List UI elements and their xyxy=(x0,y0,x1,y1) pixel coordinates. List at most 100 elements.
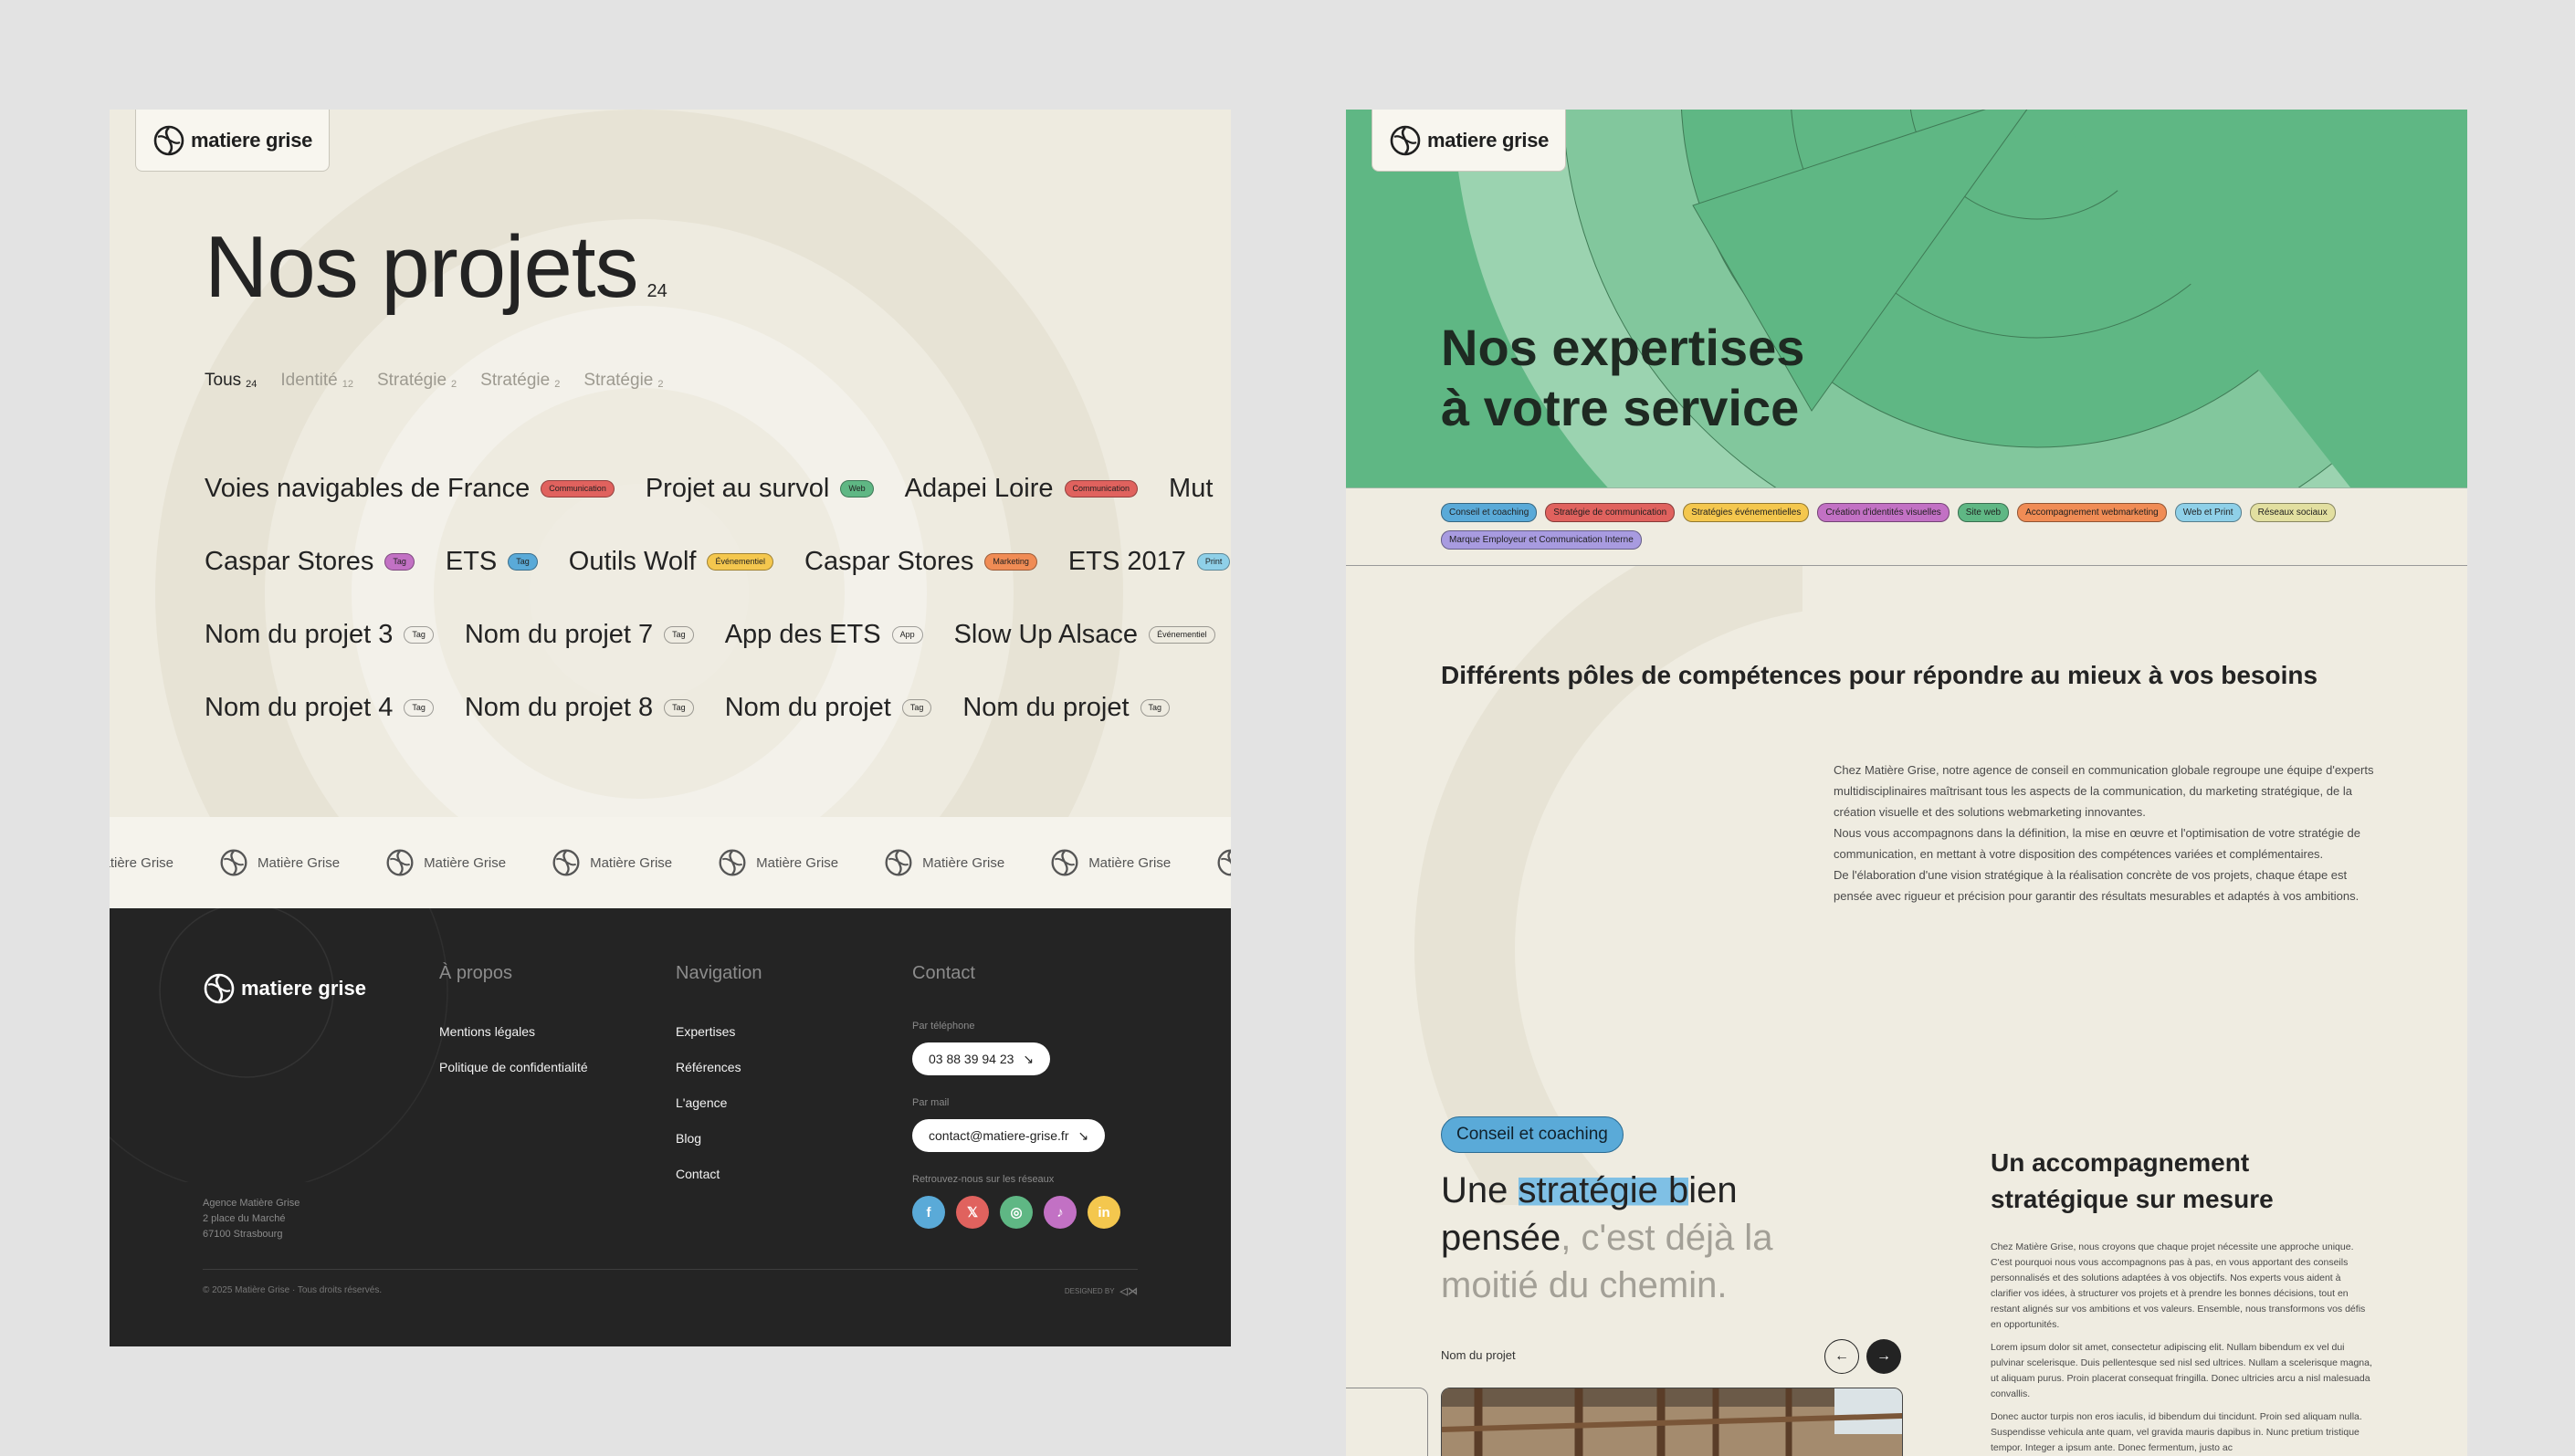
footer-column-title: Contact xyxy=(912,963,975,983)
filter-strategie[interactable]: Stratégie 2 xyxy=(583,371,663,391)
project-item[interactable]: Projet au survol Web xyxy=(646,474,874,504)
address-line: 67100 Strasbourg xyxy=(203,1229,283,1240)
project-item[interactable]: Nom du projet 8 Tag xyxy=(465,693,694,723)
service-tag[interactable]: Conseil et coaching xyxy=(1441,1116,1624,1153)
previous-button[interactable]: ← xyxy=(1824,1339,1859,1374)
x-icon[interactable]: 𝕏 xyxy=(956,1196,989,1229)
project-name: Nom du projet 3 xyxy=(205,619,394,649)
title-line: à votre service xyxy=(1441,379,1800,436)
logo-text: matiere grise xyxy=(191,128,313,152)
instagram-icon[interactable]: ◎ xyxy=(1000,1196,1033,1229)
filter-tous[interactable]: Tous 24 xyxy=(205,371,257,391)
phone-button[interactable]: 03 88 39 94 23 ↘ xyxy=(912,1042,1051,1075)
project-item[interactable]: Adapei Loire Communication xyxy=(905,474,1139,504)
designed-by[interactable]: DESIGNED BY ◁⋊ xyxy=(1065,1285,1138,1297)
expertise-tag[interactable]: Web et Print xyxy=(2174,503,2242,522)
project-image[interactable] xyxy=(1441,1388,1903,1456)
expertise-tag[interactable]: Accompagnement webmarketing xyxy=(2017,503,2167,522)
project-tag: Marketing xyxy=(984,552,1037,571)
phone-number: 03 88 39 94 23 xyxy=(929,1052,1014,1066)
project-item[interactable]: Nom du projet 3 Tag xyxy=(205,620,434,650)
project-item[interactable]: App des ETS App xyxy=(725,620,923,650)
footer-decorative-circles xyxy=(110,908,448,1182)
previous-project-image[interactable] xyxy=(1346,1388,1428,1456)
expertise-tag[interactable]: Stratégies événementielles xyxy=(1683,503,1810,522)
marquee-item: Matière Grise xyxy=(884,848,1004,877)
filter-count: 24 xyxy=(246,379,258,390)
logo-mark-icon xyxy=(386,849,414,876)
tiktok-icon[interactable]: ♪ xyxy=(1044,1196,1077,1229)
page-title: Nos projets 24 xyxy=(205,217,667,318)
carousel-controls: ← → xyxy=(1824,1339,1901,1374)
marquee-item: Matière Grise xyxy=(110,855,173,871)
footer-logo[interactable]: matiere grise xyxy=(203,972,366,1005)
footer-link-agence[interactable]: L'agence xyxy=(676,1095,762,1110)
project-item[interactable]: Nom du projet Tag xyxy=(962,692,1171,723)
filter-count: 2 xyxy=(554,379,561,390)
project-item[interactable]: Slow Up Alsace Événementiel xyxy=(954,620,1215,650)
filter-strategie[interactable]: Stratégie 2 xyxy=(377,371,457,391)
footer-link-expertises[interactable]: Expertises xyxy=(676,1024,762,1039)
logo-mark-icon xyxy=(552,849,580,876)
project-name: Slow Up Alsace xyxy=(953,619,1139,649)
footer-navigation-column: Navigation Expertises Références L'agenc… xyxy=(676,963,762,1202)
project-item[interactable]: Nom du projet 7 Tag xyxy=(465,620,694,650)
marquee-text: Matière Grise xyxy=(922,854,1005,871)
project-item[interactable]: Caspar Stores Tag xyxy=(205,547,415,577)
project-item[interactable]: Outils Wolf Événementiel xyxy=(569,547,774,577)
projects-page-panel: matiere grise Nos projets 24 Tous 24 Ident… xyxy=(110,110,1231,1346)
filter-count: 2 xyxy=(451,379,457,390)
expertise-tag[interactable]: Réseaux sociaux xyxy=(2249,503,2336,522)
footer-link-blog[interactable]: Blog xyxy=(676,1131,762,1146)
logo-mark-icon xyxy=(1390,125,1421,155)
designer-logo-icon: ◁⋊ xyxy=(1119,1286,1138,1297)
filter-identite[interactable]: Identité 12 xyxy=(280,371,353,391)
mail-label: Par mail xyxy=(912,1097,950,1108)
facebook-icon[interactable]: f xyxy=(912,1196,945,1229)
project-name: Projet au survol xyxy=(645,473,830,503)
next-button[interactable]: → xyxy=(1866,1339,1901,1374)
marquee-text: Matière Grise xyxy=(590,854,673,871)
project-item[interactable]: Voies navigables de France Communication xyxy=(205,474,615,504)
mail-button[interactable]: contact@matiere-grise.fr ↘ xyxy=(912,1119,1106,1152)
project-item[interactable]: Mut xyxy=(1169,474,1213,504)
project-name: ETS 2017 xyxy=(1067,546,1186,576)
linkedin-icon[interactable]: in xyxy=(1088,1196,1120,1229)
project-row: Nom du projet 4 Tag Nom du projet 8 Tag Nom … xyxy=(205,671,1231,744)
footer-link-contact[interactable]: Contact xyxy=(676,1167,762,1181)
project-tag: Web xyxy=(840,479,874,498)
project-item[interactable]: ETS 2017 Print xyxy=(1068,547,1231,577)
filter-strategie[interactable]: Stratégie 2 xyxy=(480,371,560,391)
footer-link-mentions[interactable]: Mentions légales xyxy=(439,1024,588,1039)
expertise-tag[interactable]: Marque Employeur et Communication Intern… xyxy=(1441,530,1642,550)
hero-section: matiere grise Nos expertises à votre ser… xyxy=(1346,110,2467,487)
project-row: Caspar Stores Tag ETS Tag Outils Wolf Événeme… xyxy=(205,525,1231,598)
logo-mark-icon xyxy=(204,973,235,1004)
logo[interactable]: matiere grise xyxy=(1372,110,1567,172)
footer-column-title: À propos xyxy=(439,963,513,983)
project-item[interactable]: Nom du projet Tag xyxy=(725,693,932,723)
mail-address: contact@matiere-grise.fr xyxy=(929,1128,1069,1143)
footer-link-privacy[interactable]: Politique de confidentialité xyxy=(439,1060,588,1074)
marquee-text: Matière Grise xyxy=(424,854,507,871)
footer-link-references[interactable]: Références xyxy=(676,1060,762,1074)
expertise-tag[interactable]: Conseil et coaching xyxy=(1441,503,1538,522)
project-tag: Tag xyxy=(901,698,932,717)
arrow-down-right-icon: ↘ xyxy=(1023,1051,1035,1066)
logo[interactable]: matiere grise xyxy=(135,110,331,172)
address-line: 2 place du Marché xyxy=(203,1213,286,1224)
marquee-text: Matière Grise xyxy=(1088,854,1172,871)
address-line: Agence Matière Grise xyxy=(203,1198,300,1209)
arrow-left-icon: ← xyxy=(1834,1348,1849,1364)
expertise-tag[interactable]: Stratégie de communication xyxy=(1545,503,1676,522)
project-name: Nom du projet xyxy=(962,692,1130,722)
accompaniment-title: Un accompagnement stratégique sur mesure xyxy=(1991,1148,2274,1213)
marquee-item: Matière Grise xyxy=(1216,848,1231,877)
expertise-tag[interactable]: Création d'identités visuelles xyxy=(1817,503,1950,522)
project-item[interactable]: ETS Tag xyxy=(446,547,538,577)
project-item[interactable]: Nom du projet 4 Tag xyxy=(205,693,434,723)
project-item[interactable]: Caspar Stores Marketing xyxy=(804,547,1037,577)
project-tag: Communication xyxy=(541,479,615,498)
expertise-tag[interactable]: Site web xyxy=(1957,503,2010,522)
project-name: Caspar Stores xyxy=(205,546,374,576)
